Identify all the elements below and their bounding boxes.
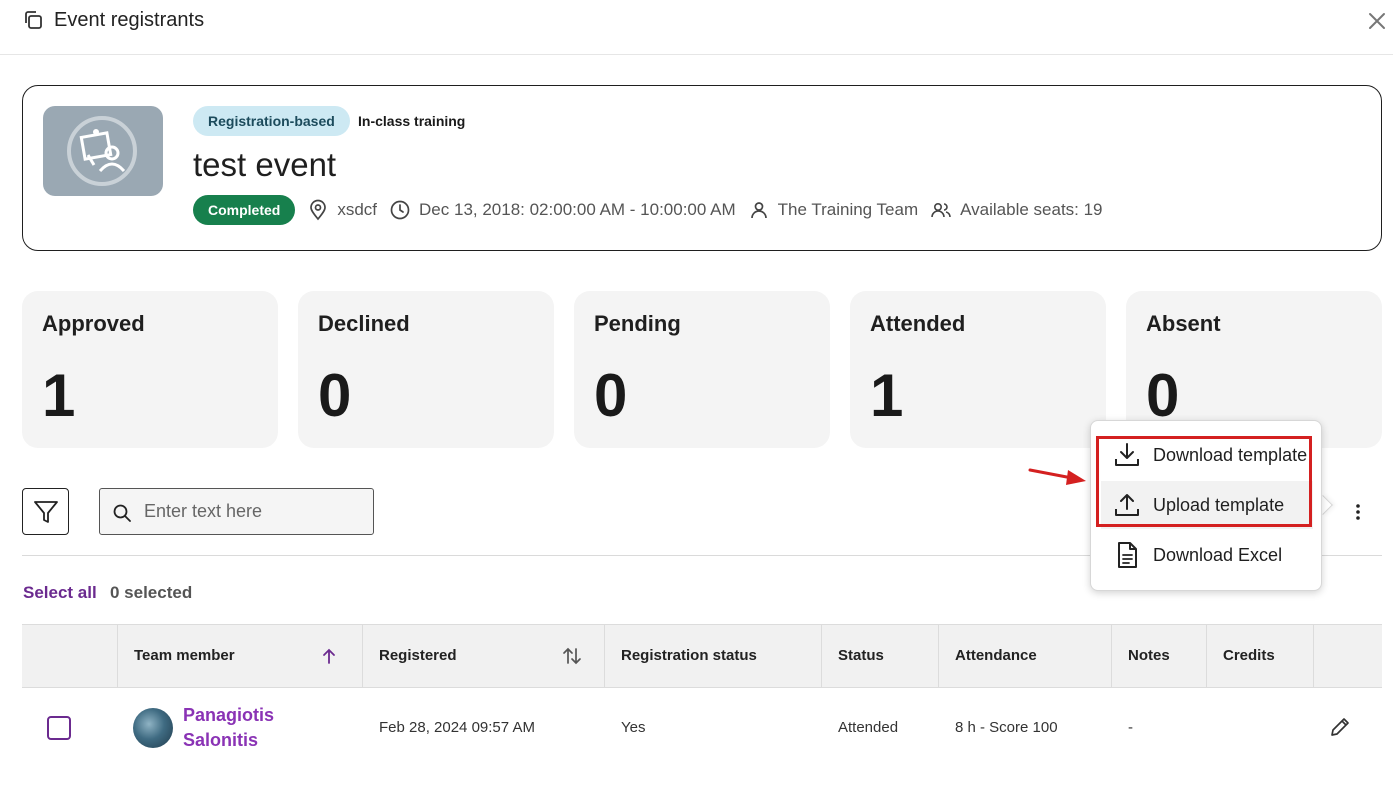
clock-icon bbox=[390, 200, 410, 220]
close-icon[interactable] bbox=[1366, 10, 1388, 32]
menu-item-download-excel[interactable]: Download Excel bbox=[1101, 531, 1313, 579]
dialog-title: Event registrants bbox=[54, 9, 205, 31]
header-checkbox-col bbox=[22, 625, 118, 687]
stat-pending: Pending 0 bbox=[574, 291, 830, 448]
select-all-link[interactable]: Select all bbox=[23, 583, 97, 603]
header-label: Team member bbox=[134, 647, 235, 664]
filter-button[interactable] bbox=[22, 488, 69, 535]
filter-icon bbox=[34, 501, 58, 523]
member-name-link[interactable]: Panagiotis Salonitis bbox=[183, 703, 303, 753]
stat-value: 0 bbox=[594, 362, 628, 429]
header-status: Status bbox=[822, 625, 939, 687]
event-meta: Completed xsdcf Dec 13, 2018: 02:00:00 A… bbox=[193, 195, 1113, 225]
header-label: Notes bbox=[1128, 647, 1170, 664]
cell-credits bbox=[1207, 688, 1314, 768]
document-icon bbox=[1118, 542, 1137, 568]
stat-attended: Attended 1 bbox=[850, 291, 1106, 448]
selected-count: 0 selected bbox=[110, 583, 193, 602]
stat-label: Attended bbox=[870, 311, 966, 336]
header-attendance: Attendance bbox=[939, 625, 1112, 687]
search-icon bbox=[113, 504, 131, 522]
copy-icon bbox=[25, 11, 42, 29]
header-credits: Credits bbox=[1207, 625, 1314, 687]
cell-notes: - bbox=[1128, 719, 1133, 736]
stat-label: Absent bbox=[1146, 311, 1221, 336]
kebab-icon[interactable] bbox=[1346, 500, 1370, 524]
table-header: Team member Registered Registration stat… bbox=[22, 624, 1382, 688]
cell-registered: Feb 28, 2024 09:57 AM bbox=[379, 719, 535, 736]
event-thumbnail bbox=[43, 106, 163, 196]
group-icon bbox=[931, 203, 951, 218]
sort-icon[interactable] bbox=[561, 645, 583, 667]
stat-declined: Declined 0 bbox=[298, 291, 554, 448]
event-organizer: The Training Team bbox=[777, 200, 919, 219]
event-type-badge: Registration-based bbox=[193, 106, 350, 136]
cell-registration-status: Yes bbox=[621, 719, 646, 736]
menu-item-label: Download Excel bbox=[1153, 544, 1283, 565]
header-label: Registered bbox=[379, 647, 457, 664]
cell-status: Attended bbox=[838, 719, 899, 736]
dialog-header: Event registrants bbox=[0, 0, 1393, 55]
header-team-member[interactable]: Team member bbox=[118, 625, 363, 687]
training-icon bbox=[67, 116, 137, 186]
search-box bbox=[99, 488, 374, 535]
stat-label: Declined bbox=[318, 311, 410, 336]
stat-value: 1 bbox=[42, 362, 76, 429]
avatar bbox=[133, 708, 173, 748]
event-location: xsdcf bbox=[337, 200, 378, 219]
header-label: Status bbox=[838, 647, 884, 664]
row-checkbox[interactable] bbox=[47, 716, 71, 740]
header-notes: Notes bbox=[1112, 625, 1207, 687]
search-input[interactable] bbox=[144, 489, 364, 534]
stat-value: 0 bbox=[318, 362, 352, 429]
header-registered[interactable]: Registered bbox=[363, 625, 605, 687]
annotation-highlight-box bbox=[1096, 436, 1312, 527]
header-label: Credits bbox=[1223, 647, 1275, 664]
stat-label: Pending bbox=[594, 311, 681, 336]
event-summary-card: Registration-based In-class training tes… bbox=[22, 85, 1382, 251]
available-seats: Available seats: 19 bbox=[960, 200, 1103, 219]
edit-pencil-icon[interactable] bbox=[1329, 716, 1351, 738]
event-format-label: In-class training bbox=[358, 113, 466, 129]
header-actions-col bbox=[1314, 625, 1382, 687]
stat-approved: Approved 1 bbox=[22, 291, 278, 448]
sort-ascending-icon[interactable] bbox=[318, 645, 340, 667]
location-pin-icon bbox=[310, 199, 327, 221]
annotation-arrow-icon bbox=[1028, 468, 1086, 485]
header-registration-status: Registration status bbox=[605, 625, 822, 687]
event-datetime: Dec 13, 2018: 02:00:00 AM - 10:00:00 AM bbox=[419, 200, 736, 219]
header-label: Registration status bbox=[621, 647, 757, 664]
stat-value: 1 bbox=[870, 362, 904, 429]
status-badge: Completed bbox=[193, 195, 296, 225]
stat-label: Approved bbox=[42, 311, 145, 336]
person-icon bbox=[750, 202, 767, 219]
event-title: test event bbox=[193, 146, 337, 183]
cell-attendance: 8 h - Score 100 bbox=[955, 719, 1058, 736]
header-label: Attendance bbox=[955, 647, 1037, 664]
